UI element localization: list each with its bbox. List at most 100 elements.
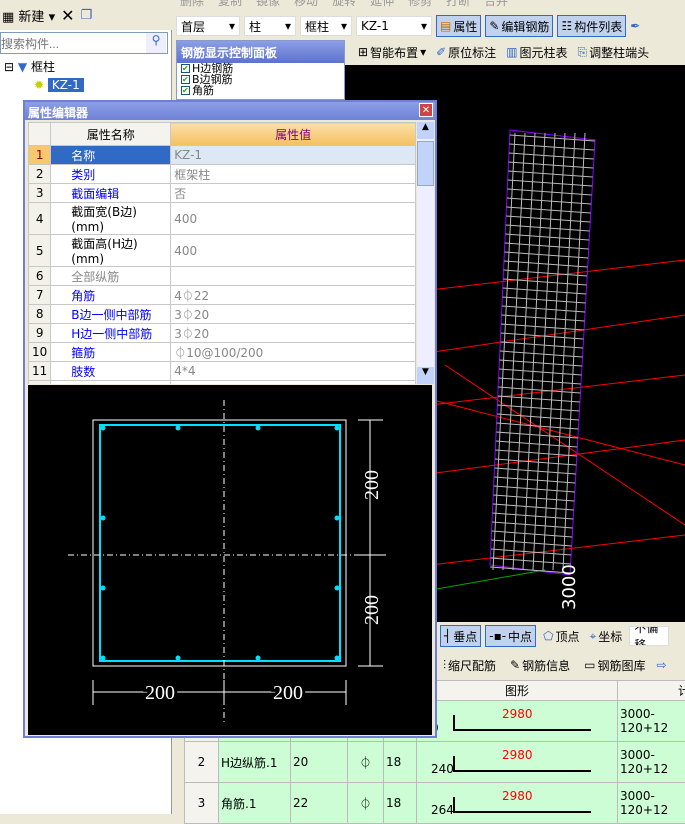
property-row[interactable]: 12柱类型(中柱) <box>29 381 416 385</box>
tree-root[interactable]: ⊟ ▼ 框柱 <box>4 58 84 75</box>
delete-icon[interactable]: ✕ <box>61 6 74 25</box>
property-row[interactable]: 10箍筋⏀10@100/200 <box>29 343 416 362</box>
export-icon[interactable]: ⇨ <box>656 658 666 672</box>
stirrup-line <box>497 423 579 429</box>
perpendicular-snap-button[interactable]: ┤ 垂点 <box>440 625 481 647</box>
scrollbar[interactable]: ▲ ▼ <box>417 122 434 384</box>
stirrup <box>100 425 340 661</box>
stirrup-line <box>501 333 584 339</box>
mirror-button[interactable]: 镜像 <box>256 0 280 9</box>
move-button[interactable]: 移动 <box>294 0 318 9</box>
rebar-dot <box>101 426 106 431</box>
scroll-thumb[interactable] <box>417 141 434 186</box>
property-row[interactable]: 7角筋4⏀22 <box>29 286 416 305</box>
vertex-snap-button[interactable]: ⬠顶点 <box>540 627 582 646</box>
stirrup-line <box>508 180 592 186</box>
col-formula: 计 <box>618 681 685 701</box>
component-list-button[interactable]: ☷构件列表 <box>557 15 626 37</box>
rebar-info-button[interactable]: ✎钢筋信息 <box>507 656 573 675</box>
checkbox-corner-rebar[interactable]: ✔角筋 <box>177 85 344 96</box>
stirrup-line <box>507 207 591 213</box>
section-drawing: 200 200 200 200 <box>28 385 432 735</box>
coordinate-snap-button[interactable]: ⌖坐标 <box>587 627 626 646</box>
rebar-display-panel: 钢筋显示控制面板 ✔H边钢筋 ✔B边钢筋 ✔角筋 <box>176 40 345 100</box>
coordinate-icon: ⌖ <box>590 629 597 644</box>
break-button[interactable]: 打断 <box>446 0 470 9</box>
stirrup-line <box>502 297 585 303</box>
midpoint-snap-button[interactable]: -▪- 中点 <box>485 625 536 647</box>
component-icon: ✹ <box>34 78 44 92</box>
rebar-row[interactable]: 2H边纵筋.120⏀1824029803000-120+12 <box>185 742 685 783</box>
search-input[interactable] <box>0 32 168 54</box>
snap-toolbar: ┤ 垂点 -▪- 中点 ⬠顶点 ⌖坐标 不偏移 <box>440 624 669 648</box>
stirrup-line <box>506 225 590 231</box>
tree-item[interactable]: ✹ KZ-1 <box>4 78 84 92</box>
stirrup-line <box>495 468 576 474</box>
col-shape: 图形 <box>417 681 618 701</box>
draw-toolbar: ⊞智能布置▾ ✐原位标注 ▥图元柱表 ⎘调整柱端头 <box>355 40 652 64</box>
longitudinal-bar <box>543 133 565 570</box>
property-row[interactable]: 3截面编辑否 <box>29 184 416 203</box>
offset-select[interactable]: 不偏移 <box>629 626 669 646</box>
property-icon: ▤ <box>440 19 451 33</box>
stirrup-line <box>493 513 574 519</box>
pencil-icon: ✎ <box>489 19 499 33</box>
property-row[interactable]: 6全部纵筋 <box>29 267 416 286</box>
stirrup-line <box>502 306 585 312</box>
rebar-row[interactable]: 3角筋.122⏀1826429803000-120+12 <box>185 783 685 824</box>
stirrup-line <box>494 486 575 492</box>
scroll-down-icon[interactable]: ▼ <box>417 367 434 384</box>
rebar-dot <box>176 426 181 431</box>
rebar-dot <box>256 426 261 431</box>
filter-icon: ▼ <box>18 60 27 74</box>
rebar-dot <box>176 656 181 661</box>
property-button[interactable]: ▤属性 <box>436 15 481 37</box>
edit-toolbar: 删除 复制 镜像 移动 旋转 延伸 修剪 打断 合并 <box>180 0 508 12</box>
dim-label: 200 <box>145 682 175 704</box>
new-button[interactable]: ▦ 新建 ▾ <box>2 6 55 25</box>
delete-button[interactable]: 删除 <box>180 0 204 9</box>
property-row[interactable]: 11肢数4*4 <box>29 362 416 381</box>
dim-label: 200 <box>361 470 383 500</box>
property-grid: 属性名称属性值 1名称KZ-12类别框架柱3截面编辑否4截面宽(B边)(mm)4… <box>28 122 416 384</box>
stirrup-line <box>494 477 575 483</box>
property-row[interactable]: 1名称KZ-1 <box>29 146 416 165</box>
type-select[interactable]: 柱▾ <box>244 16 296 36</box>
scroll-up-icon[interactable]: ▲ <box>417 122 434 139</box>
stirrup-line <box>491 558 571 564</box>
close-icon[interactable]: ✕ <box>419 103 433 117</box>
stirrup-line <box>493 504 574 510</box>
height-label: 3000 <box>559 564 580 610</box>
column-table-button[interactable]: ▥图元柱表 <box>503 43 570 62</box>
property-row[interactable]: 9H边一侧中部筋3⏀20 <box>29 324 416 343</box>
eyedropper-icon[interactable]: ✒ <box>630 19 640 33</box>
search-icon[interactable]: ⚲ <box>146 33 166 53</box>
property-row[interactable]: 2类别框架柱 <box>29 165 416 184</box>
edit-rebar-button[interactable]: ✎编辑钢筋 <box>485 15 553 37</box>
rebar-library-button[interactable]: ▭钢筋图库 <box>581 656 648 675</box>
copy-button[interactable]: 复制 <box>218 0 242 9</box>
copy-icon[interactable]: ❐ <box>81 8 93 23</box>
extend-button[interactable]: 延伸 <box>370 0 394 9</box>
property-row[interactable]: 5截面高(H边)(mm)400 <box>29 235 416 267</box>
longitudinal-bar <box>523 133 545 570</box>
left-toolbar: ▦ 新建 ▾ ✕ ❐ <box>0 0 172 30</box>
subtype-select[interactable]: 框柱▾ <box>300 16 352 36</box>
property-row[interactable]: 4截面宽(B边)(mm)400 <box>29 203 416 235</box>
smart-layout-button[interactable]: ⊞智能布置▾ <box>355 43 429 62</box>
trim-button[interactable]: 修剪 <box>408 0 432 9</box>
rotate-button[interactable]: 旋转 <box>332 0 356 9</box>
section-outline <box>93 420 346 666</box>
adjust-end-button[interactable]: ⎘调整柱端头 <box>575 43 653 62</box>
merge-button[interactable]: 合并 <box>484 0 508 9</box>
scale-rebar-button[interactable]: ⫶缩尺配筋 <box>440 656 499 675</box>
stirrup-line <box>507 198 591 204</box>
component-tree: ⊟ ▼ 框柱 ✹ KZ-1 <box>4 58 84 92</box>
property-row[interactable]: 8B边一侧中部筋3⏀20 <box>29 305 416 324</box>
inplace-annotation-button[interactable]: ✐原位标注 <box>433 43 499 62</box>
component-select[interactable]: KZ-1▾ <box>356 16 432 36</box>
library-icon: ▭ <box>584 658 595 672</box>
stirrup-line <box>492 531 572 537</box>
floor-select[interactable]: 首层▾ <box>176 16 240 36</box>
stirrup-line <box>499 378 581 384</box>
